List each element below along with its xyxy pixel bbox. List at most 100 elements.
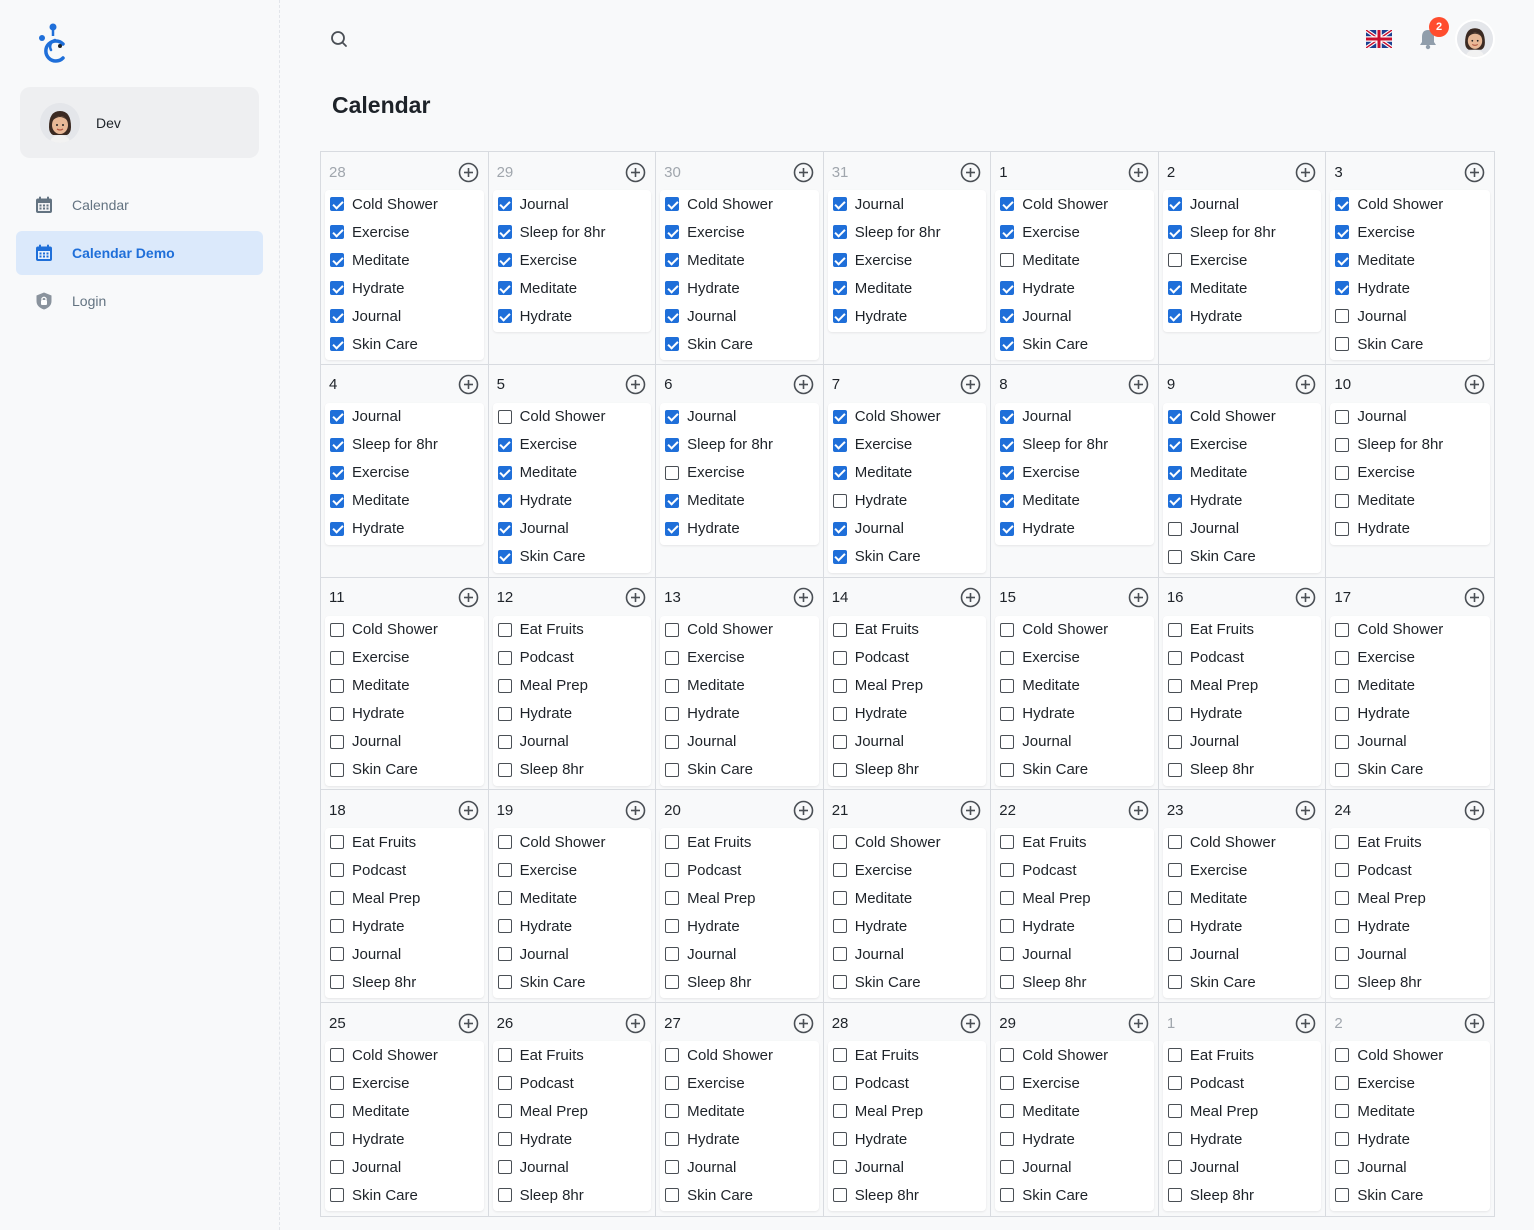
task-item[interactable]: Cold Shower (493, 403, 652, 431)
task-checkbox[interactable] (330, 678, 344, 693)
task-checkbox[interactable] (330, 1188, 344, 1203)
task-item[interactable]: Exercise (1330, 644, 1490, 672)
task-checkbox-checked[interactable] (665, 337, 680, 351)
task-item[interactable]: Journal (1330, 1153, 1490, 1181)
task-checkbox-checked[interactable] (665, 225, 680, 239)
task-checkbox[interactable] (330, 734, 344, 749)
task-checkbox[interactable] (1335, 863, 1350, 878)
task-checkbox[interactable] (330, 650, 344, 665)
task-item[interactable]: Meal Prep (1163, 1097, 1322, 1125)
task-item[interactable]: Exercise (1330, 1069, 1490, 1097)
task-checkbox[interactable] (1000, 1132, 1015, 1147)
app-logo[interactable] (36, 22, 70, 64)
add-task-icon[interactable] (1295, 162, 1316, 183)
task-item[interactable]: Meditate (1163, 274, 1322, 302)
task-item[interactable]: Sleep for 8hr (1163, 218, 1322, 246)
task-item[interactable]: Hydrate (493, 302, 652, 330)
task-checkbox[interactable] (665, 1076, 680, 1091)
task-item[interactable]: Journal (828, 940, 987, 968)
task-checkbox-checked[interactable] (1335, 253, 1350, 267)
task-item[interactable]: Meditate (660, 1097, 819, 1125)
task-item[interactable]: Journal (828, 728, 987, 756)
task-checkbox[interactable] (665, 891, 680, 906)
task-checkbox[interactable] (665, 650, 680, 665)
task-checkbox[interactable] (832, 678, 847, 693)
task-checkbox[interactable] (330, 1160, 344, 1175)
task-item[interactable]: Eat Fruits (995, 828, 1154, 856)
task-item[interactable]: Skin Care (828, 543, 987, 571)
task-item[interactable]: Skin Care (660, 756, 819, 784)
add-task-icon[interactable] (625, 162, 646, 183)
task-item[interactable]: Meal Prep (325, 884, 484, 912)
task-checkbox[interactable] (1000, 863, 1015, 878)
task-checkbox-checked[interactable] (330, 337, 344, 351)
task-checkbox-checked[interactable] (1000, 309, 1015, 323)
task-checkbox-checked[interactable] (497, 521, 512, 536)
task-checkbox-checked[interactable] (665, 437, 680, 452)
task-checkbox-checked[interactable] (497, 225, 512, 239)
task-checkbox-checked[interactable] (832, 281, 847, 295)
task-item[interactable]: Journal (493, 515, 652, 543)
account-avatar[interactable] (1457, 21, 1493, 57)
task-checkbox[interactable] (1000, 706, 1015, 721)
task-checkbox[interactable] (1335, 1076, 1350, 1091)
task-checkbox-checked[interactable] (1335, 225, 1350, 239)
task-item[interactable]: Exercise (995, 459, 1154, 487)
add-task-icon[interactable] (1464, 587, 1485, 608)
task-checkbox[interactable] (1000, 622, 1015, 637)
task-checkbox-checked[interactable] (832, 465, 847, 480)
task-item[interactable]: Hydrate (493, 912, 652, 940)
add-task-icon[interactable] (625, 587, 646, 608)
task-checkbox-checked[interactable] (1167, 493, 1182, 508)
task-item[interactable]: Sleep 8hr (995, 968, 1154, 996)
task-item[interactable]: Meditate (995, 1097, 1154, 1125)
task-checkbox[interactable] (832, 1104, 847, 1119)
task-checkbox[interactable] (1167, 1132, 1182, 1147)
task-item[interactable]: Meditate (493, 884, 652, 912)
task-item[interactable]: Cold Shower (493, 828, 652, 856)
task-checkbox[interactable] (832, 947, 847, 962)
task-checkbox[interactable] (497, 975, 512, 990)
task-item[interactable]: Meditate (660, 672, 819, 700)
task-checkbox[interactable] (1167, 253, 1182, 267)
task-item[interactable]: Skin Care (995, 330, 1154, 358)
task-checkbox-checked[interactable] (832, 549, 847, 564)
task-checkbox[interactable] (1000, 1188, 1015, 1203)
task-item[interactable]: Hydrate (325, 912, 484, 940)
sidebar-item-calendar[interactable]: Calendar (16, 183, 263, 227)
task-item[interactable]: Hydrate (325, 515, 484, 543)
task-checkbox-checked[interactable] (330, 409, 344, 424)
task-item[interactable]: Skin Care (493, 543, 652, 571)
task-checkbox[interactable] (1000, 1160, 1015, 1175)
task-checkbox[interactable] (1335, 947, 1350, 962)
task-checkbox-checked[interactable] (1000, 337, 1015, 351)
task-item[interactable]: Cold Shower (660, 190, 819, 218)
task-item[interactable]: Journal (1330, 940, 1490, 968)
task-checkbox-checked[interactable] (832, 253, 847, 267)
task-item[interactable]: Skin Care (493, 968, 652, 996)
task-checkbox-checked[interactable] (1335, 281, 1350, 295)
task-checkbox[interactable] (832, 975, 847, 990)
task-item[interactable]: Exercise (660, 218, 819, 246)
task-item[interactable]: Hydrate (995, 912, 1154, 940)
task-checkbox-checked[interactable] (1000, 281, 1015, 295)
task-checkbox[interactable] (1167, 549, 1182, 564)
task-item[interactable]: Cold Shower (828, 828, 987, 856)
task-checkbox[interactable] (497, 863, 512, 878)
task-item[interactable]: Journal (660, 1153, 819, 1181)
task-checkbox-checked[interactable] (832, 225, 847, 239)
task-item[interactable]: Hydrate (325, 1125, 484, 1153)
add-task-icon[interactable] (458, 800, 479, 821)
task-item[interactable]: Hydrate (660, 700, 819, 728)
task-checkbox[interactable] (1167, 762, 1182, 777)
task-item[interactable]: Hydrate (660, 1125, 819, 1153)
task-item[interactable]: Cold Shower (325, 1041, 484, 1069)
task-checkbox-checked[interactable] (665, 253, 680, 267)
task-item[interactable]: Sleep for 8hr (493, 218, 652, 246)
task-checkbox-checked[interactable] (1167, 309, 1182, 323)
task-item[interactable]: Journal (493, 728, 652, 756)
task-item[interactable]: Journal (1163, 940, 1322, 968)
task-item[interactable]: Meal Prep (995, 884, 1154, 912)
task-item[interactable]: Hydrate (493, 700, 652, 728)
task-checkbox[interactable] (330, 1076, 344, 1091)
